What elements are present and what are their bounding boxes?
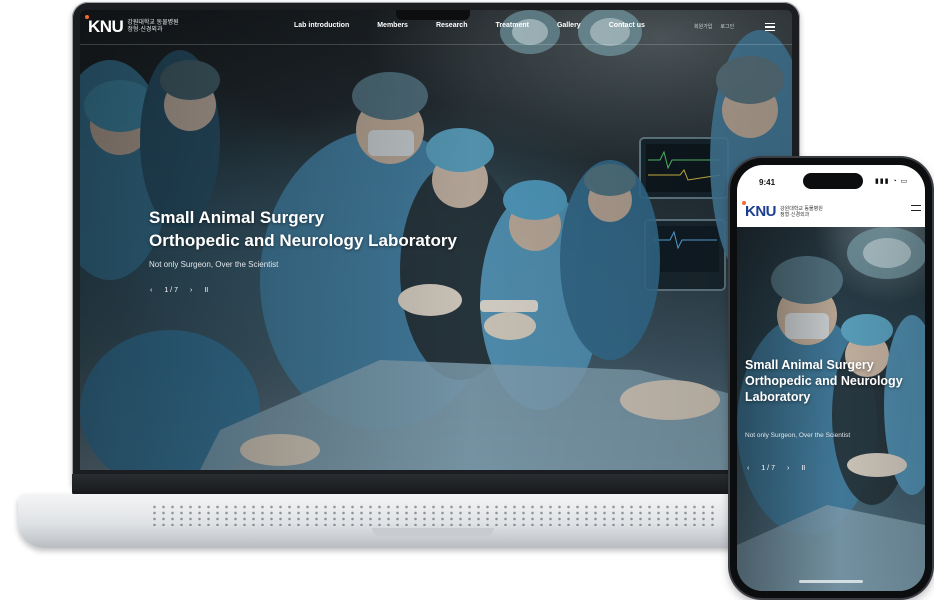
logo-subtext: 강원대학교 동물병원 정형·신경외과 [127,20,178,34]
phone-logo[interactable]: KNU 강원대학교 동물병원 정형·신경외과 [742,201,823,220]
phone-logo-subtext: 강원대학교 동물병원 정형·신경외과 [780,206,823,218]
nav-item-research[interactable]: Research [436,22,468,29]
hero-subtitle: Not only Surgeon, Over the Scientist [149,260,279,269]
status-time: 9:41 [759,178,776,187]
phone-menu-icon[interactable] [911,205,921,211]
logo-mark-text: KNU [88,17,124,36]
phone-logo-dot-icon [742,201,746,205]
nav-item-gallery[interactable]: Gallery [557,22,581,29]
phone-slider-next-icon[interactable]: › [787,465,789,472]
slider-controls: ‹ 1 / 7 › II [150,287,208,294]
laptop-notch [372,528,494,536]
phone-hero-title: Small Animal Surgery Orthopedic and Neur… [745,357,903,405]
main-nav: Lab introduction Members Research Treatm… [294,22,645,29]
phone-hero-title-line-3: Laboratory [745,390,811,404]
slider-prev-icon[interactable]: ‹ [150,287,152,294]
status-icons: ▮▮▮ ◔ ▭ [875,178,909,185]
laptop-screen: KNU 강원대학교 동물병원 정형·신경외과 Lab introduction … [80,10,792,470]
logo-mark: KNU [85,15,124,37]
logo-line-1: 강원대학교 동물병원 [127,20,179,26]
keyboard [150,504,720,526]
phone-slider-prev-icon[interactable]: ‹ [747,465,749,472]
laptop-chin [72,474,800,496]
phone-hero-subtitle: Not only Surgeon, Over the Scientist [745,432,851,439]
hero-title-line-2: Orthopedic and Neurology Laboratory [149,231,457,250]
menu-icon[interactable] [765,23,775,31]
site-logo[interactable]: KNU 강원대학교 동물병원 정형·신경외과 [85,15,179,37]
phone-logo-mark-text: KNU [745,203,777,220]
nav-item-contact-us[interactable]: Contact us [609,22,645,29]
signup-link[interactable]: 회원가입 [694,23,712,30]
phone-logo-mark: KNU [742,201,777,220]
hero-title-line-1: Small Animal Surgery [149,208,325,227]
nav-item-members[interactable]: Members [377,22,408,29]
utility-nav: 회원가입 로그인 [694,23,734,30]
phone-hero-title-line-2: Orthopedic and Neurology [745,374,903,388]
slider-counter: 1 / 7 [164,287,178,294]
login-link[interactable]: 로그인 [720,23,734,30]
laptop-camera-notch [396,10,470,20]
phone-slider-counter: 1 / 7 [761,465,775,472]
slider-pause-icon[interactable]: II [204,287,208,294]
phone-slider-pause-icon[interactable]: II [801,465,805,472]
phone-header: 9:41 ▮▮▮ ◔ ▭ KNU 강원대학교 동물병원 정형·신경외과 [737,165,925,227]
home-indicator[interactable] [799,580,863,583]
phone-hero-title-line-1: Small Animal Surgery [745,358,874,372]
nav-item-lab-introduction[interactable]: Lab introduction [294,22,349,29]
phone-screen: 9:41 ▮▮▮ ◔ ▭ KNU 강원대학교 동물병원 정형·신경외과 Smal… [737,165,925,591]
hero-title: Small Animal Surgery Orthopedic and Neur… [149,206,457,252]
logo-dot-icon [85,15,89,19]
phone-slider-controls: ‹ 1 / 7 › II [747,465,805,472]
slider-next-icon[interactable]: › [190,287,192,294]
nav-item-treatment[interactable]: Treatment [495,22,528,29]
logo-line-2: 정형·신경외과 [127,27,163,33]
dynamic-island [803,173,863,189]
phone-logo-line-2: 정형·신경외과 [780,211,810,218]
